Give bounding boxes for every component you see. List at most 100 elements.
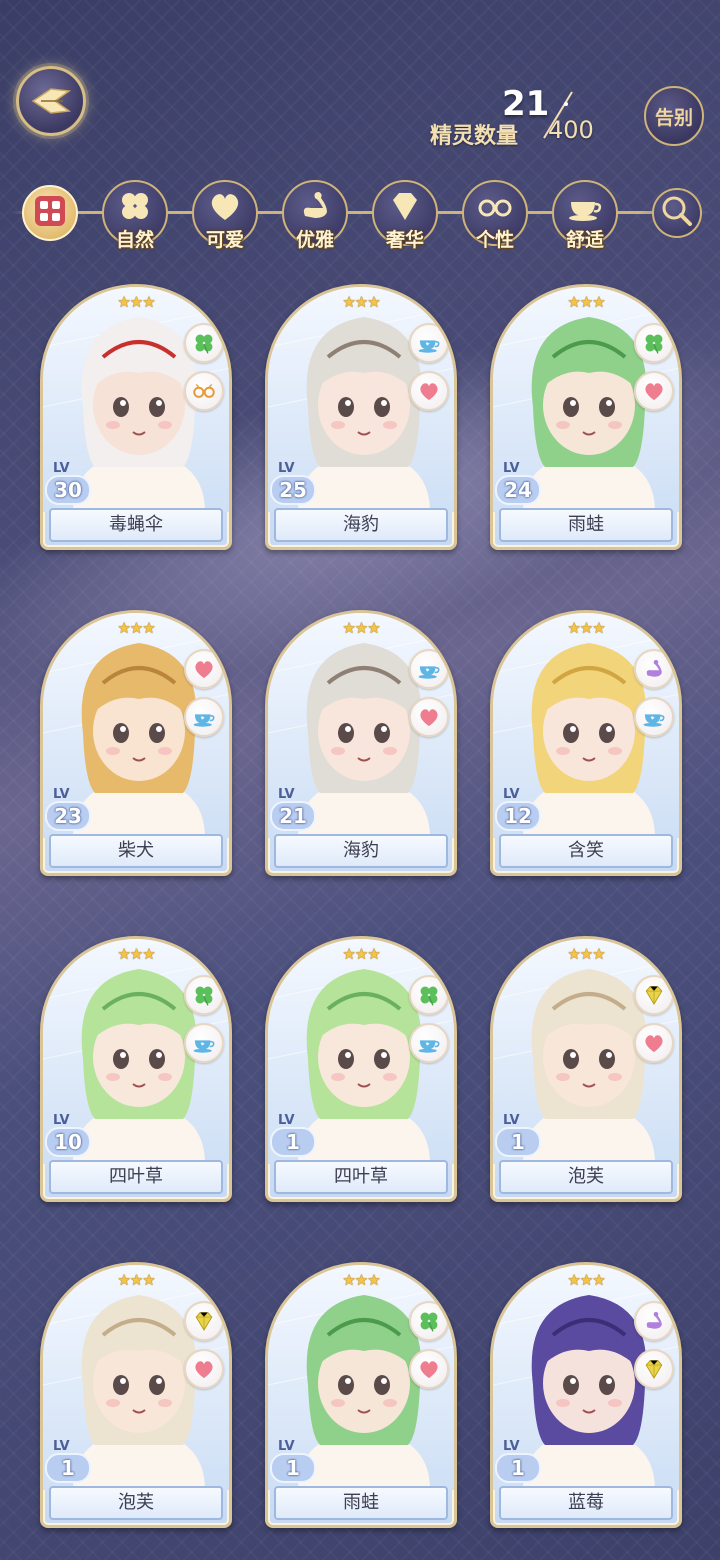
level-tag: LV — [278, 1113, 295, 1128]
teacup-icon — [184, 1023, 224, 1063]
level-badge: LV 1 — [270, 1113, 318, 1163]
level-number: 1 — [495, 1453, 541, 1483]
filter-comfort[interactable]: 舒适 — [552, 180, 618, 251]
filter-cute[interactable]: 可爱 — [192, 180, 258, 251]
clover-icon — [184, 975, 224, 1015]
filter-label: 个性 — [475, 229, 514, 251]
spirit-card[interactable]: ★★★ LV 1 雨蛙 — [265, 1262, 457, 1528]
filter-label: 自然 — [115, 229, 154, 251]
level-badge: LV 1 — [270, 1439, 318, 1489]
spirit-name: 海豹 — [274, 508, 448, 542]
swan-icon — [634, 1301, 674, 1341]
level-tag: LV — [278, 1439, 295, 1454]
swan-icon — [634, 649, 674, 689]
clover-icon — [184, 323, 224, 363]
level-tag: LV — [503, 1439, 520, 1454]
star-rating: ★★★ — [342, 1271, 380, 1289]
level-number: 23 — [45, 801, 91, 831]
filter-all[interactable] — [22, 185, 78, 241]
filter-personality[interactable]: 个性 — [462, 180, 528, 251]
level-number: 1 — [45, 1453, 91, 1483]
level-badge: LV 10 — [45, 1113, 93, 1163]
star-rating: ★★★ — [342, 293, 380, 311]
spirit-card[interactable]: ★★★ LV 1 泡芙 — [490, 936, 682, 1202]
spirit-card[interactable]: ★★★ LV 24 雨蛙 — [490, 284, 682, 550]
spirit-card[interactable]: ★★★ LV 21 海豹 — [265, 610, 457, 876]
spirit-card[interactable]: ★★★ LV 10 四叶草 — [40, 936, 232, 1202]
star-rating: ★★★ — [117, 619, 155, 637]
level-badge: LV 30 — [45, 461, 93, 511]
teacup-icon — [184, 697, 224, 737]
spirit-name: 雨蛙 — [274, 1486, 448, 1520]
spirit-name: 四叶草 — [274, 1160, 448, 1194]
teacup-icon — [409, 323, 449, 363]
spirit-name: 四叶草 — [49, 1160, 223, 1194]
search-icon — [657, 191, 697, 235]
spirit-count-label: 精灵数量 — [430, 124, 519, 149]
spirit-count: 21 精灵数量 400 — [430, 84, 630, 154]
spirit-card[interactable]: ★★★ LV 12 含笑 — [490, 610, 682, 876]
level-tag: LV — [53, 1439, 70, 1454]
farewell-button[interactable]: 告别 — [644, 86, 704, 146]
filter-search[interactable] — [652, 188, 702, 238]
spirit-name: 海豹 — [274, 834, 448, 868]
star-rating: ★★★ — [117, 945, 155, 963]
star-rating: ★★★ — [567, 619, 605, 637]
level-badge: LV 1 — [45, 1439, 93, 1489]
level-tag: LV — [53, 461, 70, 476]
clover-icon — [409, 975, 449, 1015]
teacup-icon — [634, 697, 674, 737]
spirit-card[interactable]: ★★★ LV 30 毒蝇伞 — [40, 284, 232, 550]
spirit-count-max: 400 — [548, 116, 594, 144]
star-rating: ★★★ — [117, 293, 155, 311]
level-number: 12 — [495, 801, 541, 831]
spirit-card[interactable]: ★★★ LV 1 蓝莓 — [490, 1262, 682, 1528]
level-number: 10 — [45, 1127, 91, 1157]
back-arrow-icon — [31, 88, 72, 114]
spirit-name: 蓝莓 — [499, 1486, 673, 1520]
level-tag: LV — [278, 787, 295, 802]
level-badge: LV 24 — [495, 461, 543, 511]
heart-icon — [409, 697, 449, 737]
level-number: 1 — [495, 1127, 541, 1157]
star-rating: ★★★ — [342, 619, 380, 637]
diamond-icon — [184, 1301, 224, 1341]
heart-icon — [634, 1023, 674, 1063]
level-number: 24 — [495, 475, 541, 505]
filter-label: 可爱 — [205, 229, 244, 251]
filter-label: 奢华 — [385, 229, 424, 251]
level-tag: LV — [503, 787, 520, 802]
level-number: 1 — [270, 1453, 316, 1483]
clover-icon — [634, 323, 674, 363]
teacup-icon — [409, 1023, 449, 1063]
heart-icon — [634, 371, 674, 411]
spirit-card[interactable]: ★★★ LV 25 海豹 — [265, 284, 457, 550]
filter-elegant[interactable]: 优雅 — [282, 180, 348, 251]
star-rating: ★★★ — [567, 293, 605, 311]
spirit-name: 泡芙 — [499, 1160, 673, 1194]
level-badge: LV 1 — [495, 1439, 543, 1489]
diamond-icon — [634, 975, 674, 1015]
clover-icon — [409, 1301, 449, 1341]
level-badge: LV 25 — [270, 461, 318, 511]
spirit-name: 泡芙 — [49, 1486, 223, 1520]
heart-icon — [409, 1349, 449, 1389]
spirit-card[interactable]: ★★★ LV 1 泡芙 — [40, 1262, 232, 1528]
heart-icon — [184, 649, 224, 689]
filter-luxury[interactable]: 奢华 — [372, 180, 438, 251]
star-rating: ★★★ — [342, 945, 380, 963]
back-button[interactable] — [16, 66, 86, 136]
grid-icon — [30, 191, 70, 235]
spirit-card[interactable]: ★★★ LV 23 柴犬 — [40, 610, 232, 876]
level-badge: LV 21 — [270, 787, 318, 837]
level-number: 1 — [270, 1127, 316, 1157]
star-rating: ★★★ — [567, 1271, 605, 1289]
level-tag: LV — [503, 1113, 520, 1128]
spirit-name: 柴犬 — [49, 834, 223, 868]
level-badge: LV 1 — [495, 1113, 543, 1163]
diamond-icon — [634, 1349, 674, 1389]
level-number: 25 — [270, 475, 316, 505]
filter-nature[interactable]: 自然 — [102, 180, 168, 251]
spirit-card[interactable]: ★★★ LV 1 四叶草 — [265, 936, 457, 1202]
level-number: 21 — [270, 801, 316, 831]
